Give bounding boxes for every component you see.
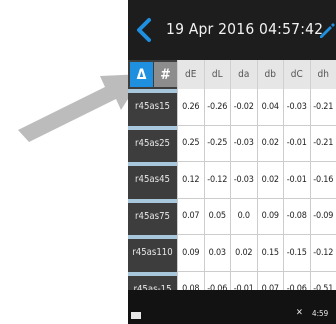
- table-cell: 0.15: [256, 235, 283, 272]
- row-label[interactable]: r45as75: [128, 201, 177, 232]
- table-cell: -0.12: [309, 235, 336, 272]
- table-cell: -0.03: [283, 89, 310, 126]
- table-cell: 0.09: [177, 235, 204, 272]
- table-cell: 0.04: [256, 89, 283, 126]
- table-cell: -0.12: [203, 162, 230, 199]
- table-cell: 0.05: [203, 198, 230, 235]
- page-title: 19 Apr 2016 04:57:42: [166, 20, 324, 38]
- table-cell: 0.12: [177, 162, 204, 199]
- table-cell: -0.03: [230, 125, 257, 162]
- column-header[interactable]: db: [256, 60, 283, 89]
- row-label[interactable]: r45as45: [128, 164, 177, 195]
- table-cell: -0.01: [283, 162, 310, 199]
- column-header[interactable]: dE: [177, 60, 204, 89]
- table-cell: 0.07: [177, 198, 204, 235]
- table-cell: -0.15: [283, 235, 310, 272]
- table-cell: -0.02: [230, 89, 257, 126]
- table-cell: 0.02: [256, 125, 283, 162]
- results-table: Δ # dE dL da db dC dh r45as15 0.26 -0.26 -0.02 0.…: [128, 60, 336, 308]
- table-cell: -0.01: [283, 125, 310, 162]
- absolute-mode-button[interactable]: #: [154, 62, 177, 87]
- column-header[interactable]: dh: [309, 60, 336, 89]
- table-cell: 0.02: [230, 235, 257, 272]
- delta-mode-button[interactable]: Δ: [130, 62, 153, 87]
- table-cell: 0.02: [256, 162, 283, 199]
- table-cell: -0.21: [309, 125, 336, 162]
- table-cell: -0.08: [283, 198, 310, 235]
- row-label[interactable]: r45as25: [128, 128, 177, 159]
- table-cell: -0.09: [309, 198, 336, 235]
- table-cell: -0.21: [309, 89, 336, 126]
- table-cell: 0.03: [203, 235, 230, 272]
- table-cell: 0.25: [177, 125, 204, 162]
- table-cell: -0.16: [309, 162, 336, 199]
- table-cell: -0.26: [203, 89, 230, 126]
- top-bar: 19 Apr 2016 04:57:42: [128, 0, 336, 60]
- status-clock: 4:59: [312, 309, 329, 318]
- signal-icon: ✕: [296, 308, 303, 318]
- column-header[interactable]: dC: [283, 60, 310, 89]
- table-cell: 0.09: [256, 198, 283, 235]
- bottom-bar: ✕ 4:59: [128, 290, 336, 324]
- column-header[interactable]: dL: [203, 60, 230, 89]
- table-cell: -0.25: [203, 125, 230, 162]
- column-header[interactable]: da: [230, 60, 257, 89]
- chevron-left-icon[interactable]: [134, 17, 156, 43]
- notification-icon: [131, 312, 141, 319]
- pencil-icon[interactable]: [318, 22, 336, 40]
- table-cell: 0.26: [177, 89, 204, 126]
- table-cell: 0.0: [230, 198, 257, 235]
- row-label[interactable]: r45as110: [128, 237, 177, 268]
- device-screen: 19 Apr 2016 04:57:42 Δ # dE dL da db dC dh r4…: [128, 0, 336, 324]
- row-label[interactable]: r45as15: [128, 91, 177, 122]
- table-cell: -0.03: [230, 162, 257, 199]
